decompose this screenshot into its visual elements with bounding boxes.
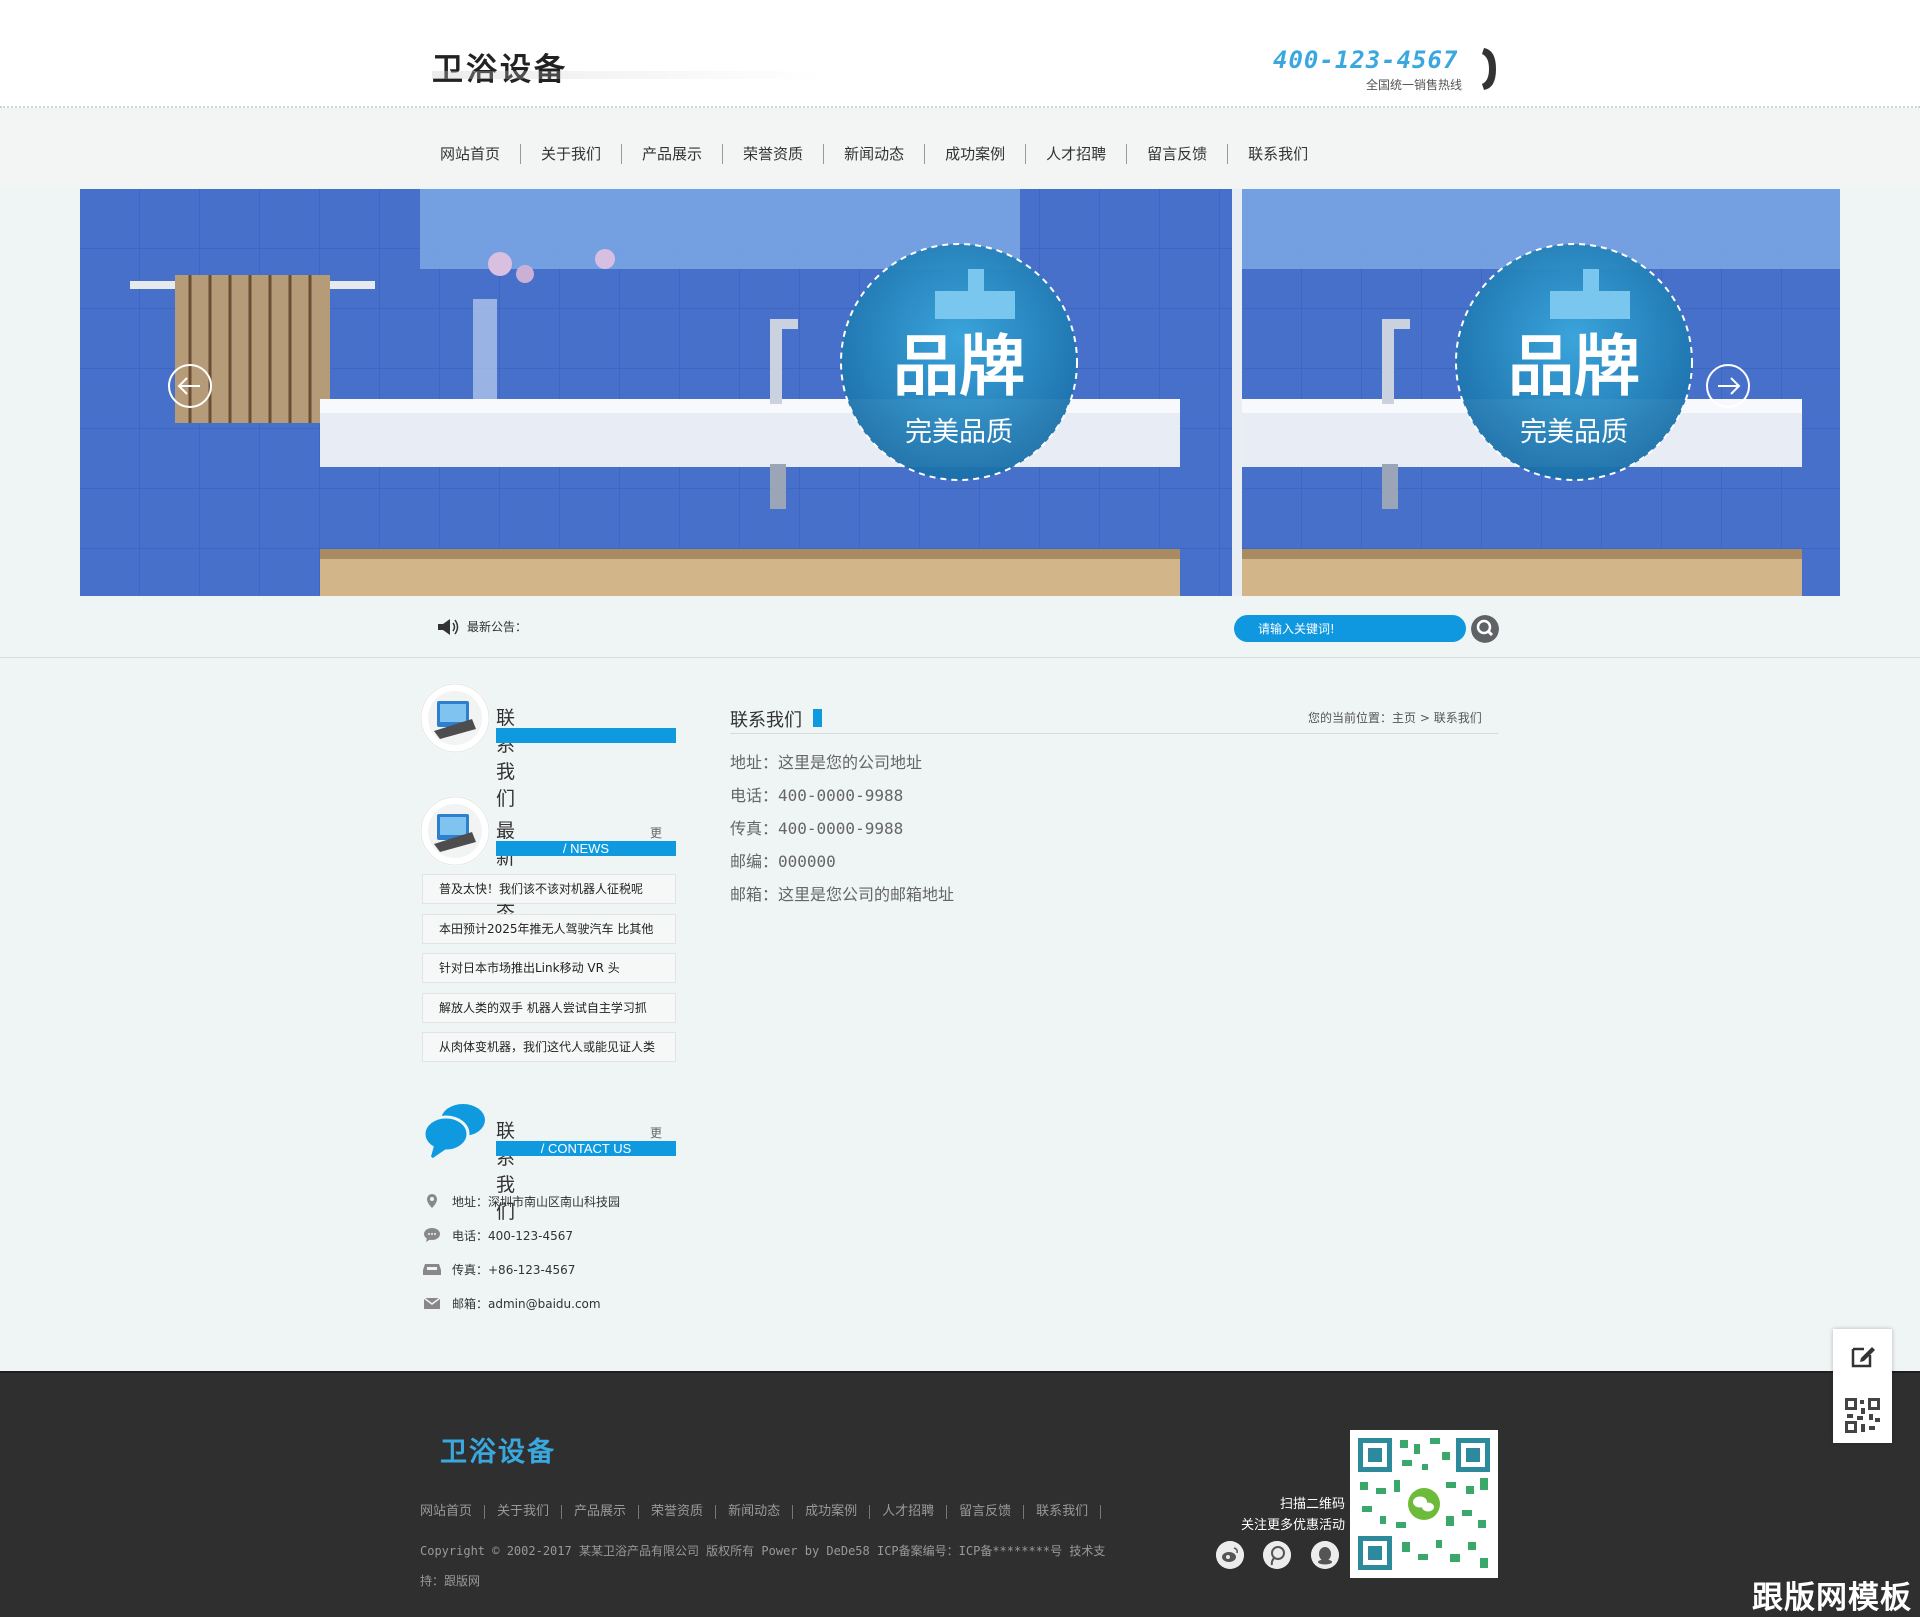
nav-item-honors[interactable]: 荣誉资质 [723, 144, 825, 164]
map-pin-icon [427, 1194, 437, 1208]
hero-banner[interactable]: 品牌 完美品质 品牌 完美品质 [80, 189, 1840, 596]
contact-address-text: 地址：深圳市南山区南山科技园 [452, 1194, 621, 1209]
news-item[interactable]: 针对日本市场推出Link移动 VR 头 [422, 953, 676, 983]
chat-bubbles-icon [422, 1104, 485, 1160]
footer-link-honors[interactable]: 荣誉资质 [651, 1505, 717, 1519]
footer-link-feedback[interactable]: 留言反馈 [959, 1505, 1025, 1519]
contact-phone: 电话：400-123-4567 [422, 1218, 620, 1252]
footer-links: 网站首页 关于我们 产品展示 荣誉资质 新闻动态 成功案例 人才招聘 留言反馈 … [420, 1505, 1113, 1519]
contact-email: 邮箱：admin@baidu.com [422, 1286, 620, 1320]
badge-title: 品牌 [893, 327, 1025, 405]
site-logo[interactable]: 卫浴设备 [432, 44, 568, 89]
nav-item-news[interactable]: 新闻动态 [824, 144, 926, 164]
notice-bar [0, 596, 1920, 658]
sidebar-contact-bar [496, 728, 676, 743]
footer-link-home[interactable]: 网站首页 [420, 1505, 486, 1519]
magnifier-icon[interactable] [1471, 615, 1499, 643]
footer-link-products[interactable]: 产品展示 [574, 1505, 640, 1519]
sidebar-contact-list: 地址：深圳市南山区南山科技园 电话：400-123-4567 传真：+86-12… [422, 1184, 620, 1320]
detail-zip: 邮编：000000 [730, 852, 836, 871]
breadcrumb-prefix: 您的当前位置： [1308, 711, 1393, 725]
tencent-weibo-icon[interactable] [1263, 1541, 1291, 1569]
sidebar-contact-title: 联系我们 [496, 707, 516, 810]
copyright-line-1: Copyright © 2002-2017 某某卫浴产品有限公司 版权所有 Po… [420, 1544, 1106, 1558]
news-item[interactable]: 本田预计2025年推无人驾驶汽车 比其他 [422, 913, 676, 944]
title-marker [813, 709, 822, 727]
phone-handset-icon [1482, 48, 1496, 90]
title-divider [730, 733, 1498, 734]
site-header: 卫浴设备 400-123-4567 全国统一销售热线 [0, 0, 1920, 108]
contact-details: 地址：这里是您的公司地址 电话：400-0000-9988 传真：400-000… [730, 752, 954, 917]
nav-item-about[interactable]: 关于我们 [521, 144, 623, 164]
news-list: 普及太快！我们该不该对机器人征税呢 本田预计2025年推无人驾驶汽车 比其他 针… [422, 874, 676, 1072]
badge-subtitle: 完美品质 [905, 417, 1013, 448]
contact-phone-text: 电话：400-123-4567 [452, 1228, 574, 1243]
news-item[interactable]: 解放人类的双手 机器人尝试自主学习抓 [422, 992, 676, 1023]
nav-item-home[interactable]: 网站首页 [420, 144, 522, 164]
copyright: Copyright © 2002-2017 某某卫浴产品有限公司 版权所有 Po… [420, 1536, 1200, 1596]
contact-fax-text: 传真：+86-123-4567 [452, 1262, 576, 1277]
inbox-icon [423, 1264, 441, 1275]
badge-subtitle-2: 完美品质 [1520, 417, 1628, 448]
qr-caption: 扫描二维码 关注更多优惠活动 [1200, 1494, 1345, 1536]
hotline-label: 全国统一销售热线 [1366, 78, 1463, 92]
detail-email: 邮箱：这里是您公司的邮箱地址 [730, 885, 955, 904]
qr-caption-line-1: 扫描二维码 [1279, 1497, 1345, 1512]
footer-link-jobs[interactable]: 人才招聘 [882, 1505, 948, 1519]
banner-slide-bathroom-next: 品牌 完美品质 [1242, 189, 1840, 596]
contact-email-text: 邮箱：admin@baidu.com [452, 1296, 601, 1311]
qq-icon[interactable] [1311, 1541, 1339, 1569]
breadcrumb-current[interactable]: 联系我们 [1434, 711, 1482, 725]
arrow-left-icon[interactable] [167, 363, 213, 409]
nav-item-contact[interactable]: 联系我们 [1228, 144, 1328, 164]
breadcrumb-separator: > [1419, 711, 1430, 725]
contact-fax: 传真：+86-123-4567 [422, 1252, 620, 1286]
computer-icon [420, 796, 490, 866]
banner-slide-bathroom: 品牌 完美品质 [80, 189, 1232, 596]
footer-link-news[interactable]: 新闻动态 [728, 1505, 794, 1519]
speaker-icon [438, 619, 459, 635]
copyright-line-2: 持：跟版网 [420, 1574, 481, 1588]
nav-item-products[interactable]: 产品展示 [622, 144, 724, 164]
detail-phone: 电话：400-0000-9988 [730, 786, 904, 805]
qr-code-icon[interactable] [1843, 1396, 1882, 1435]
page-title: 联系我们 [730, 710, 802, 731]
banner-divider [1232, 189, 1242, 596]
breadcrumb-home[interactable]: 主页 [1392, 711, 1416, 725]
notice-label: 最新公告： [467, 620, 528, 634]
nav-item-feedback[interactable]: 留言反馈 [1127, 144, 1229, 164]
footer-link-contact[interactable]: 联系我们 [1036, 1505, 1102, 1519]
contact-address: 地址：深圳市南山区南山科技园 [422, 1184, 620, 1218]
sidebar-news-subtitle: / NEWS [496, 841, 676, 856]
news-item[interactable]: 普及太快！我们该不该对机器人征税呢 [422, 874, 676, 904]
weibo-icon[interactable] [1216, 1541, 1244, 1569]
detail-address: 地址：这里是您的公司地址 [730, 753, 923, 772]
edit-icon[interactable] [1850, 1343, 1876, 1369]
floating-toolbar [1833, 1329, 1892, 1443]
badge-title-2: 品牌 [1508, 327, 1640, 405]
arrow-right-icon[interactable] [1705, 363, 1751, 409]
watermark: 跟版网模板 [1752, 1580, 1912, 1616]
sidebar-contactus-subtitle: / CONTACT US [496, 1141, 676, 1156]
footer-logo[interactable]: 卫浴设备 [440, 1430, 556, 1469]
main-nav: 网站首页 关于我们 产品展示 荣誉资质 新闻动态 成功案例 人才招聘 留言反馈 … [0, 110, 1920, 188]
hotline-number: 400-123-4567 [1273, 46, 1459, 74]
footer-link-about[interactable]: 关于我们 [497, 1505, 563, 1519]
qr-caption-line-2: 关注更多优惠活动 [1240, 1518, 1345, 1533]
computer-icon [420, 683, 490, 753]
qr-code-image [1350, 1430, 1498, 1578]
nav-item-jobs[interactable]: 人才招聘 [1026, 144, 1128, 164]
nav-item-cases[interactable]: 成功案例 [925, 144, 1027, 164]
search-input[interactable] [1234, 615, 1466, 642]
news-item[interactable]: 从肉体变机器，我们这代人或能见证人类 [422, 1032, 676, 1062]
detail-fax: 传真：400-0000-9988 [730, 819, 904, 838]
envelope-icon [423, 1297, 441, 1309]
chat-bubble-icon [424, 1228, 440, 1242]
nav-items: 网站首页 关于我们 产品展示 荣誉资质 新闻动态 成功案例 人才招聘 留言反馈 … [420, 144, 1328, 164]
breadcrumb: 您的当前位置：主页 > 联系我们 [1308, 709, 1482, 726]
footer-link-cases[interactable]: 成功案例 [805, 1505, 871, 1519]
logo-shadow [432, 71, 822, 79]
